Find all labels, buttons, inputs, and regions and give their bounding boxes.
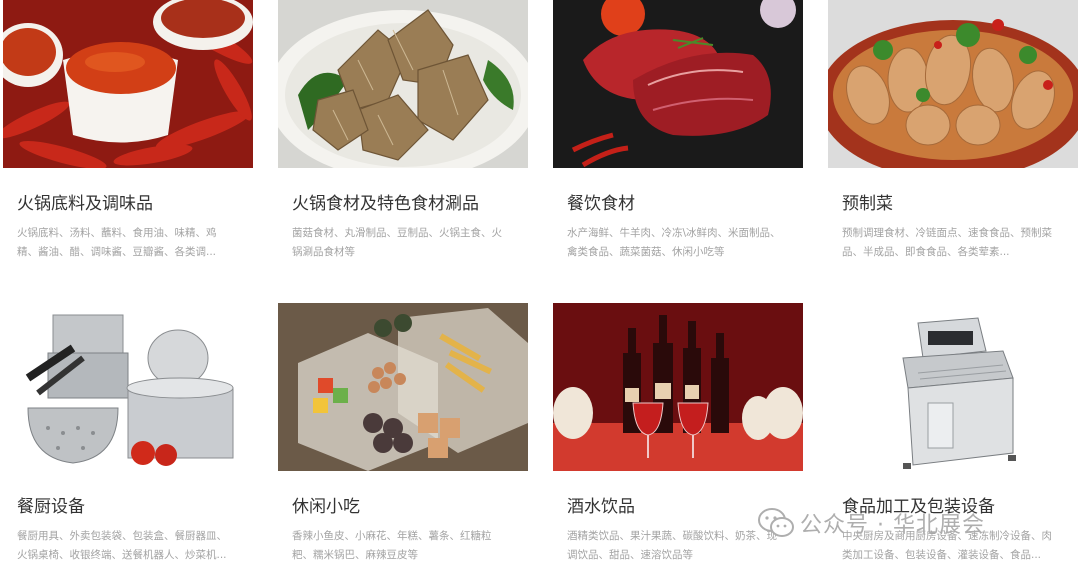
card-title[interactable]: 火锅食材及特色食材涮品 xyxy=(292,189,528,214)
wechat-icon xyxy=(758,508,794,537)
wine-bottles-image xyxy=(553,303,803,471)
card-description: 水产海鲜、牛羊肉、冷冻\冰鲜肉、米面制品、禽类食品、蔬菜菌菇、休闲小吃等 xyxy=(567,227,781,258)
card-title[interactable]: 休闲小吃 xyxy=(292,492,528,517)
card-description: 菌菇食材、丸滑制品、豆制品、火锅主食、火锅涮品食材等 xyxy=(292,227,502,258)
raw-beef-image xyxy=(553,0,803,168)
watermark: 公众号 · 华北展会 xyxy=(758,506,985,540)
card-title[interactable]: 餐饮食材 xyxy=(567,189,803,214)
watermark-text: 公众号 · 华北展会 xyxy=(800,513,985,538)
card-title[interactable]: 餐厨设备 xyxy=(17,492,253,517)
card-title[interactable]: 预制菜 xyxy=(842,189,1078,214)
spicy-shrimp-image xyxy=(828,0,1078,168)
cookware-image xyxy=(3,303,253,471)
card-description: 酒精类饮品、果汁果蔬、碳酸饮料、奶茶、现调饮品、甜品、速溶饮品等 xyxy=(567,530,777,561)
snack-tray-image xyxy=(278,303,528,471)
card-description: 火锅底料、汤料、蘸料、食用油、味精、鸡精、酱油、醋、调味酱、豆瓣酱、各类调... xyxy=(17,227,217,258)
card-description: 餐厨用具、外卖包装袋、包装盒、餐厨器皿、火锅桌椅、收银终端、送餐机器人、炒菜机.… xyxy=(17,530,227,561)
card-description: 预制调理食材、冷链面点、速食食品、预制菜品、半成品、即食食品、各类荤素... xyxy=(842,227,1052,258)
card-title[interactable]: 火锅底料及调味品 xyxy=(17,189,253,214)
chili-spice-image xyxy=(3,0,253,168)
card-description: 香辣小鱼皮、小麻花、年糕、薯条、红糖粒粑、糯米锅巴、麻辣豆皮等 xyxy=(292,530,492,561)
food-machine-image xyxy=(828,303,1078,471)
tripe-dish-image xyxy=(278,0,528,168)
